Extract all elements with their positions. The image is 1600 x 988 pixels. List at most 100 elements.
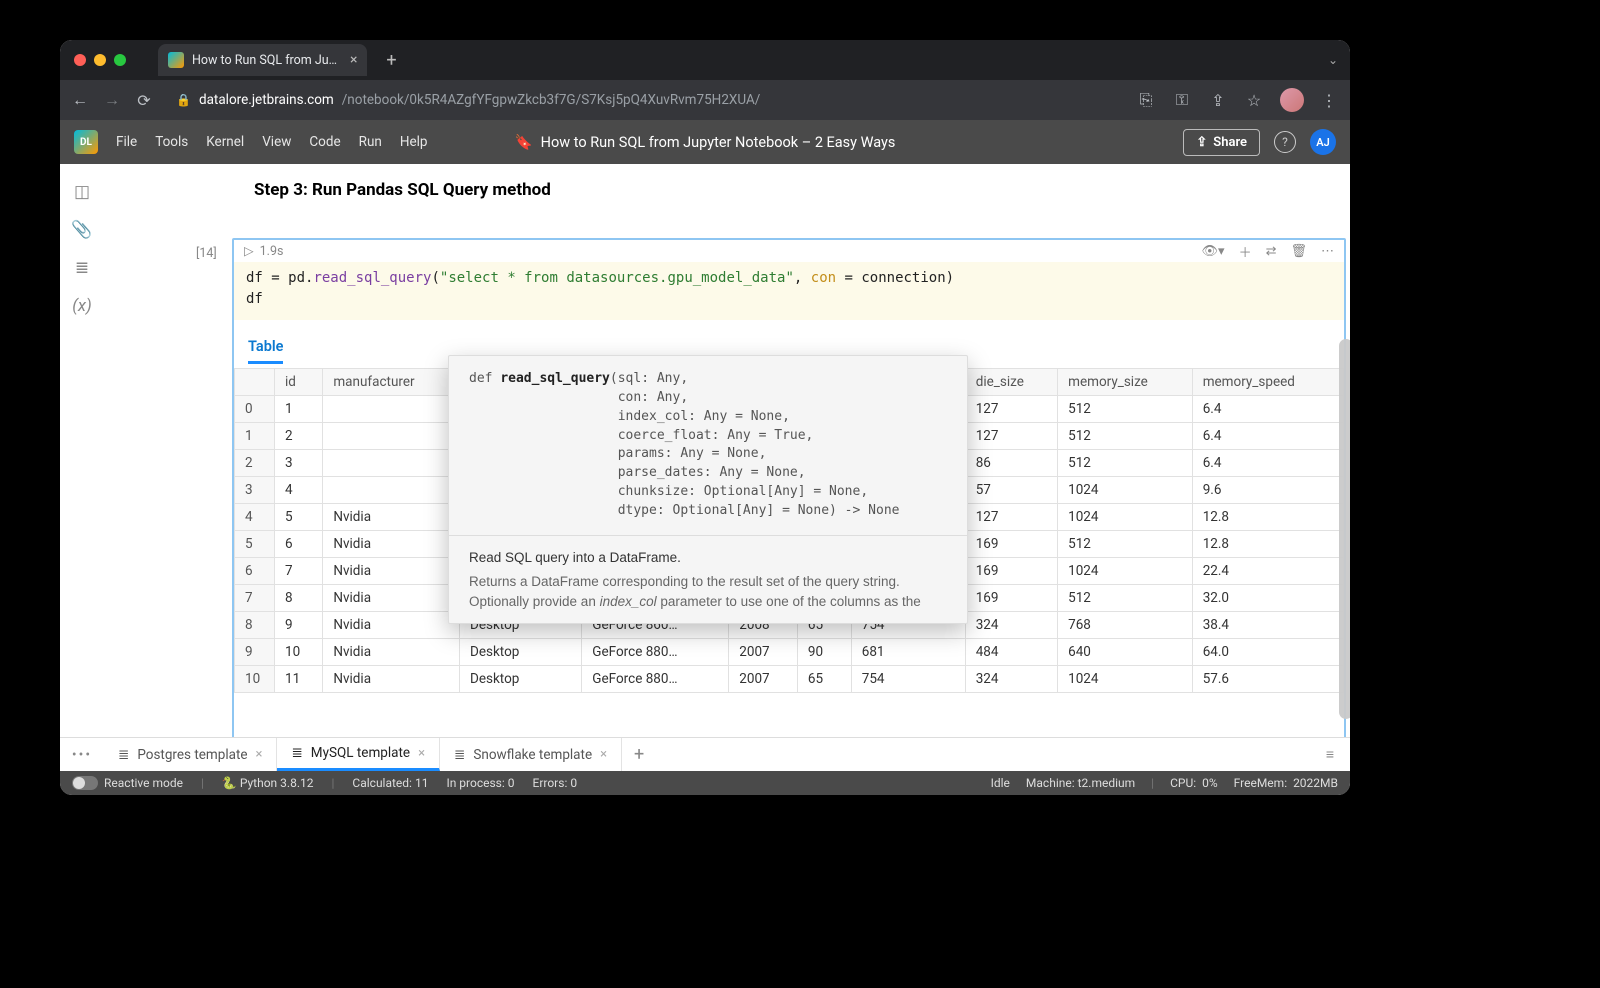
share-icon: ⇪ xyxy=(1196,135,1207,150)
tooltip-signature: def read_sql_query(sql: Any, con: Any, i… xyxy=(449,356,967,536)
visibility-icon[interactable]: 👁▾ xyxy=(1202,244,1225,259)
add-sheet-button[interactable]: + xyxy=(622,738,656,771)
sheet-tab[interactable]: ≣Postgres template× xyxy=(104,738,277,771)
col-id[interactable]: id xyxy=(275,369,323,396)
reload-button[interactable]: ⟳ xyxy=(134,90,154,110)
back-button[interactable]: ← xyxy=(70,90,90,110)
bookmark-icon: 🔖 xyxy=(515,134,533,151)
tabs-overflow-icon[interactable]: ⌄ xyxy=(1328,53,1338,67)
code-prefix: df = pd. xyxy=(246,270,313,286)
close-sheet-icon[interactable]: × xyxy=(418,746,425,761)
user-avatar[interactable]: AJ xyxy=(1310,129,1336,155)
doc-title-text: How to Run SQL from Jupyter Notebook – 2… xyxy=(541,134,896,151)
left-tool-rail: ◫ 📎 ≣ (x) xyxy=(60,164,104,737)
sheet-list-icon[interactable]: ≡ xyxy=(1310,738,1350,771)
share-label: Share xyxy=(1213,135,1247,150)
profile-avatar[interactable] xyxy=(1280,88,1304,112)
browser-window: How to Run SQL from Jupyter × + ⌄ ← → ⟳ … xyxy=(60,40,1350,795)
close-sheet-icon[interactable]: × xyxy=(256,747,263,762)
address-bar[interactable]: 🔒 datalore.jetbrains.com/notebook/0k5R4A… xyxy=(166,85,1124,115)
tab-close-icon[interactable]: × xyxy=(350,52,357,68)
calculated-status: Calculated: 11 xyxy=(352,776,428,790)
app-menubar: DL File Tools Kernel View Code Run Help … xyxy=(60,120,1350,164)
window-controls xyxy=(74,54,126,66)
tooltip-em: index_col xyxy=(600,594,657,609)
lock-icon: 🔒 xyxy=(176,93,191,107)
reactive-toggle[interactable]: Reactive mode xyxy=(72,776,183,791)
tooltip-doc: Read SQL query into a DataFrame. Returns… xyxy=(449,536,967,623)
sheet-tab[interactable]: ≣MySQL template× xyxy=(277,738,440,771)
browser-tab[interactable]: How to Run SQL from Jupyter × xyxy=(158,44,367,76)
cell-more-icon[interactable]: ⋯ xyxy=(1321,244,1334,259)
main-area: ◫ 📎 ≣ (x) Step 3: Run Pandas SQL Query m… xyxy=(60,164,1350,737)
cell-index: [14] xyxy=(196,246,217,261)
attachments-icon[interactable]: 📎 xyxy=(72,220,92,240)
run-cell-icon[interactable]: ▷ xyxy=(244,243,254,259)
python-status[interactable]: 🐍 Python 3.8.12 xyxy=(222,776,314,790)
split-cell-icon[interactable]: ⇄ xyxy=(1266,244,1277,259)
browser-menu-icon[interactable]: ⋮ xyxy=(1320,90,1340,110)
code-string: "select * from datasources.gpu_model_dat… xyxy=(440,270,794,286)
menu-tools[interactable]: Tools xyxy=(155,134,188,150)
menu-view[interactable]: View xyxy=(262,134,291,150)
sheet-more-icon[interactable]: ••• xyxy=(60,738,104,771)
close-sheet-icon[interactable]: × xyxy=(600,747,607,762)
step-heading: Step 3: Run Pandas SQL Query method xyxy=(104,164,1350,224)
menu-run[interactable]: Run xyxy=(359,134,382,150)
tooltip-body3: parameter to use one of the columns as t… xyxy=(657,594,921,609)
toc-icon[interactable]: ≣ xyxy=(72,258,92,278)
password-key-icon[interactable]: ⚿ xyxy=(1172,90,1192,110)
col-index[interactable] xyxy=(235,369,275,396)
menu-help[interactable]: Help xyxy=(400,134,428,150)
code-open: ( xyxy=(431,270,439,286)
browser-toolbar: ← → ⟳ 🔒 datalore.jetbrains.com/notebook/… xyxy=(60,80,1350,120)
url-host: datalore.jetbrains.com xyxy=(199,92,334,108)
exec-time: 1.9s xyxy=(260,244,284,259)
notebook-content: Step 3: Run Pandas SQL Query method [14]… xyxy=(104,164,1350,737)
menu-file[interactable]: File xyxy=(116,134,137,150)
col-die_size[interactable]: die_size xyxy=(965,369,1057,396)
errors-status: Errors: 0 xyxy=(533,776,578,790)
cpu-status: CPU: 0% xyxy=(1170,776,1218,790)
install-icon[interactable]: ⎘ xyxy=(1136,90,1156,110)
code-cell[interactable]: ▷ 1.9s 👁▾ ＋ ⇄ 🗑 ⋯ df = pd.read_sql_query… xyxy=(232,238,1346,737)
share-page-icon[interactable]: ⇪ xyxy=(1208,90,1228,110)
col-memory_speed[interactable]: memory_speed xyxy=(1192,369,1343,396)
inprocess-status: In process: 0 xyxy=(446,776,514,790)
list-icon: ≣ xyxy=(291,745,302,761)
sheet-tabs: ••• ≣Postgres template×≣MySQL template×≣… xyxy=(60,737,1350,771)
forward-button[interactable]: → xyxy=(102,90,122,110)
share-button[interactable]: ⇪ Share xyxy=(1183,129,1260,156)
col-manufacturer[interactable]: manufacturer xyxy=(323,369,460,396)
menu-kernel[interactable]: Kernel xyxy=(206,134,244,150)
tooltip-body2: Optionally provide an xyxy=(469,594,600,609)
tab-table[interactable]: Table xyxy=(248,338,283,364)
variables-icon[interactable]: (x) xyxy=(72,296,92,316)
sheet-tab[interactable]: ≣Snowflake template× xyxy=(440,738,622,771)
new-tab-button[interactable]: + xyxy=(377,46,405,74)
machine-status: Machine: t2.medium xyxy=(1026,776,1135,790)
help-button[interactable]: ? xyxy=(1274,131,1296,153)
bookmark-star-icon[interactable]: ☆ xyxy=(1244,90,1264,110)
menu-code[interactable]: Code xyxy=(309,134,340,150)
col-memory_size[interactable]: memory_size xyxy=(1058,369,1193,396)
cell-toolbar: ▷ 1.9s 👁▾ ＋ ⇄ 🗑 ⋯ xyxy=(234,240,1344,262)
table-row[interactable]: 910NvidiaDesktopGeForce 880…200790681484… xyxy=(235,639,1344,666)
code-line2: df xyxy=(246,289,1332,310)
minimize-window-icon[interactable] xyxy=(94,54,106,66)
code-editor[interactable]: df = pd.read_sql_query("select * from da… xyxy=(234,262,1344,320)
add-cell-icon[interactable]: ＋ xyxy=(1239,242,1252,261)
maximize-window-icon[interactable] xyxy=(114,54,126,66)
outline-icon[interactable]: ◫ xyxy=(72,182,92,202)
code-fn: read_sql_query xyxy=(313,270,431,286)
delete-cell-icon[interactable]: 🗑 xyxy=(1290,244,1307,259)
datalore-logo-icon[interactable]: DL xyxy=(74,130,98,154)
doc-title[interactable]: 🔖 How to Run SQL from Jupyter Notebook –… xyxy=(515,134,896,151)
code-mid: , xyxy=(794,270,811,286)
tab-title: How to Run SQL from Jupyter xyxy=(192,53,342,68)
list-icon: ≣ xyxy=(118,747,129,763)
close-window-icon[interactable] xyxy=(74,54,86,66)
signature-tooltip: def read_sql_query(sql: Any, con: Any, i… xyxy=(448,355,968,624)
vertical-scrollbar[interactable] xyxy=(1339,339,1350,719)
table-row[interactable]: 1011NvidiaDesktopGeForce 880…20076575432… xyxy=(235,666,1344,693)
